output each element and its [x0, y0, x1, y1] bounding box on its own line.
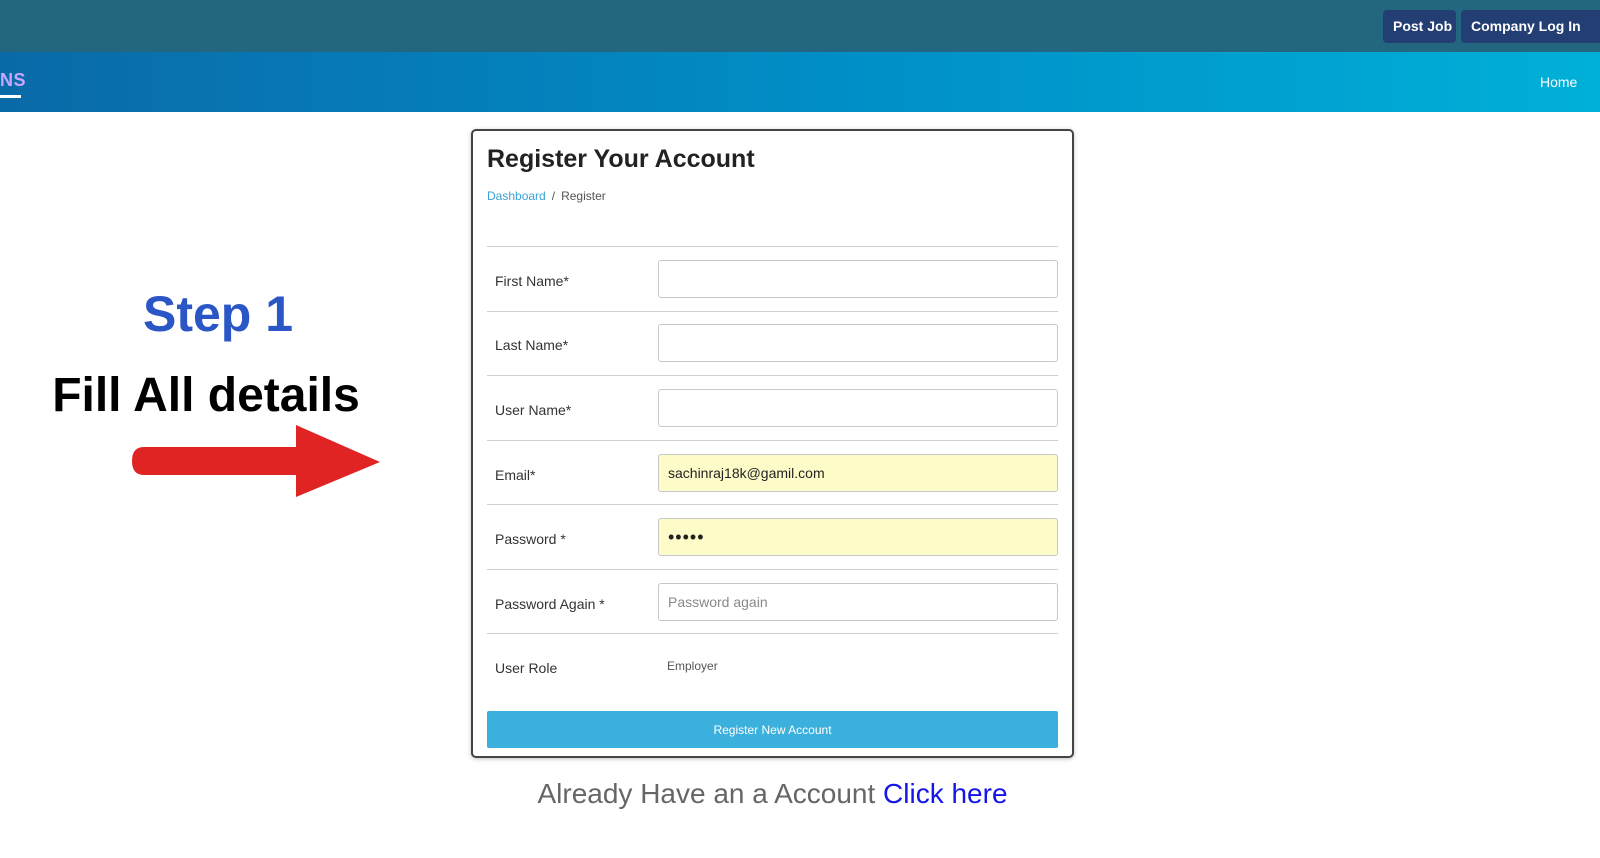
step-instruction: Fill All details [52, 369, 360, 422]
company-login-button[interactable]: Company Log In [1461, 10, 1600, 43]
password-label: Password * [495, 531, 566, 547]
breadcrumb-current: Register [561, 189, 606, 203]
last-name-input[interactable] [658, 324, 1058, 362]
divider [487, 569, 1058, 570]
breadcrumb: Dashboard / Register [487, 189, 606, 203]
breadcrumb-separator: / [551, 189, 556, 203]
user-name-label: User Name* [495, 402, 572, 418]
password-again-label: Password Again * [495, 596, 605, 612]
register-card: Register Your Account Dashboard / Register… [471, 129, 1074, 758]
last-name-label: Last Name* [495, 337, 569, 353]
user-name-input[interactable] [658, 389, 1058, 427]
first-name-label: First Name* [495, 273, 569, 289]
login-prompt-text: Already Have an a Account [537, 778, 876, 809]
email-label: Email* [495, 467, 536, 483]
nav-bar: NS Home [0, 52, 1600, 112]
divider [487, 246, 1058, 247]
form-title: Register Your Account [487, 145, 755, 173]
step-heading: Step 1 [142, 286, 294, 342]
email-input[interactable] [658, 454, 1058, 492]
divider [487, 375, 1058, 376]
password-input[interactable] [658, 518, 1058, 556]
user-role-label: User Role [495, 660, 558, 676]
password-again-input[interactable] [658, 583, 1058, 621]
breadcrumb-dashboard-link[interactable]: Dashboard [487, 189, 546, 203]
brand-logo-text[interactable]: NS [0, 70, 26, 91]
divider [487, 504, 1058, 505]
active-underline [0, 95, 21, 98]
divider [487, 311, 1058, 312]
nav-home-link[interactable]: Home [1540, 74, 1577, 90]
first-name-input[interactable] [658, 260, 1058, 298]
divider [487, 440, 1058, 441]
login-link[interactable]: Click here [883, 778, 1007, 809]
register-button[interactable]: Register New Account [487, 711, 1058, 748]
top-bar: Post Job Company Log In [0, 0, 1600, 52]
user-role-value: Employer [667, 659, 718, 673]
right-arrow-icon [132, 425, 380, 497]
login-prompt: Already Have an a Account Click here [0, 778, 1545, 810]
divider [487, 633, 1058, 634]
post-job-button[interactable]: Post Job [1383, 10, 1456, 43]
